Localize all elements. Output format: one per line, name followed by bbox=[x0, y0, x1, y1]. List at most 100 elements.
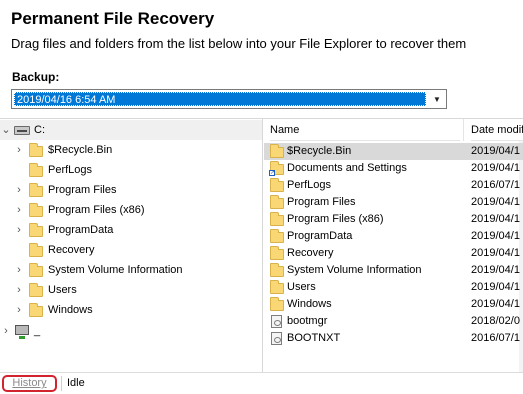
browser-panes: ⌄ C: › $Recycle.Bin PerfLogs › Program Files › P… bbox=[0, 118, 523, 373]
folder-icon bbox=[29, 143, 43, 157]
tree-item-label: Windows bbox=[48, 304, 93, 316]
folder-icon bbox=[29, 243, 43, 257]
status-divider bbox=[61, 376, 62, 391]
list-item-name: BOOTNXT bbox=[287, 332, 341, 344]
chevron-right-icon[interactable]: › bbox=[14, 140, 24, 160]
tree-item[interactable]: › Users bbox=[0, 280, 262, 300]
list-item-name: $Recycle.Bin bbox=[287, 145, 352, 157]
list-item-name: ProgramData bbox=[287, 230, 353, 242]
list-item[interactable]: Users 2019/04/1 bbox=[264, 279, 523, 296]
system-file-icon bbox=[271, 332, 282, 345]
list-item[interactable]: ProgramData 2019/04/1 bbox=[264, 228, 523, 245]
system-file-icon bbox=[271, 315, 282, 328]
tree-item-label: PerfLogs bbox=[48, 164, 93, 176]
list-item-date: 2016/07/1 bbox=[471, 332, 520, 344]
tree-item-label: ProgramData bbox=[48, 224, 114, 236]
tree-item[interactable]: › Program Files bbox=[0, 180, 262, 200]
tree-item[interactable]: › System Volume Information bbox=[0, 260, 262, 280]
folder-icon bbox=[29, 223, 43, 237]
backup-selected-value: 2019/04/16 6:54 AM bbox=[14, 92, 426, 106]
file-list[interactable]: Name Date modifi $Recycle.Bin 2019/04/1 ↗ D… bbox=[264, 119, 523, 373]
list-item-date: 2019/04/1 bbox=[471, 213, 520, 225]
chevron-right-icon[interactable]: › bbox=[14, 200, 24, 220]
list-item[interactable]: $Recycle.Bin 2019/04/1 bbox=[264, 143, 523, 160]
list-item-name: System Volume Information bbox=[287, 264, 422, 276]
tree-item-label: System Volume Information bbox=[48, 264, 183, 276]
folder-icon bbox=[29, 263, 43, 277]
list-item[interactable]: Windows 2019/04/1 bbox=[264, 296, 523, 313]
tree-item-label: _ bbox=[34, 325, 41, 337]
tree-item[interactable]: › ProgramData bbox=[0, 220, 262, 240]
list-item-name: Program Files (x86) bbox=[287, 213, 384, 225]
backup-select[interactable]: 2019/04/16 6:54 AM ▼ bbox=[11, 89, 447, 109]
folder-icon bbox=[270, 212, 284, 226]
tree-item-network[interactable]: › _ bbox=[0, 321, 262, 341]
list-item-date: 2019/04/1 bbox=[471, 162, 520, 174]
hard-drive-icon bbox=[14, 126, 30, 135]
list-item-date: 2018/02/0 bbox=[471, 315, 520, 327]
tree-item-label: Recovery bbox=[48, 244, 95, 256]
backup-label: Backup: bbox=[12, 70, 60, 84]
tree-item[interactable]: › Windows bbox=[0, 300, 262, 320]
list-item-date: 2019/04/1 bbox=[471, 247, 520, 259]
list-item-name: Recovery bbox=[287, 247, 334, 259]
folder-icon bbox=[270, 297, 284, 311]
shortcut-arrow-icon: ↗ bbox=[269, 170, 276, 176]
list-item-date: 2019/04/1 bbox=[471, 281, 520, 293]
folder-tree[interactable]: ⌄ C: › $Recycle.Bin PerfLogs › Program Files › P… bbox=[0, 119, 263, 373]
folder-icon bbox=[270, 263, 284, 277]
folder-icon bbox=[29, 163, 43, 177]
network-drive-icon bbox=[15, 325, 29, 339]
folder-icon bbox=[270, 229, 284, 243]
folder-icon bbox=[29, 303, 43, 317]
tree-item[interactable]: › $Recycle.Bin bbox=[0, 140, 262, 160]
chevron-down-icon[interactable]: ▼ bbox=[430, 93, 444, 106]
list-item-date: 2019/04/1 bbox=[471, 145, 520, 157]
folder-icon bbox=[29, 283, 43, 297]
tree-item[interactable]: PerfLogs bbox=[0, 160, 262, 180]
folder-icon bbox=[29, 203, 43, 217]
list-item-date: 2019/04/1 bbox=[471, 230, 520, 242]
list-item-name: PerfLogs bbox=[287, 179, 332, 191]
folder-icon bbox=[270, 144, 284, 158]
tree-item[interactable]: Recovery bbox=[0, 240, 262, 260]
chevron-right-icon[interactable]: › bbox=[14, 220, 24, 240]
tree-item-label: Program Files bbox=[48, 184, 117, 196]
list-item-date: 2016/07/1 bbox=[471, 179, 520, 191]
list-item[interactable]: bootmgr 2018/02/0 bbox=[264, 313, 523, 330]
column-header-date[interactable]: Date modifi bbox=[471, 119, 523, 141]
list-item-name: Documents and Settings bbox=[287, 162, 407, 174]
list-item[interactable]: Recovery 2019/04/1 bbox=[264, 245, 523, 262]
list-item[interactable]: Program Files (x86) 2019/04/1 bbox=[264, 211, 523, 228]
tree-item-label: C: bbox=[34, 124, 45, 136]
list-item-name: Windows bbox=[287, 298, 332, 310]
folder-icon bbox=[270, 178, 284, 192]
folder-icon bbox=[270, 280, 284, 294]
column-separator[interactable] bbox=[463, 119, 464, 141]
chevron-right-icon[interactable]: › bbox=[14, 260, 24, 280]
tree-item-label: $Recycle.Bin bbox=[48, 144, 113, 156]
chevron-right-icon[interactable]: › bbox=[14, 300, 24, 320]
chevron-right-icon[interactable]: › bbox=[14, 180, 24, 200]
list-item[interactable]: BOOTNXT 2016/07/1 bbox=[264, 330, 523, 347]
list-item[interactable]: ↗ Documents and Settings 2019/04/1 bbox=[264, 160, 523, 177]
folder-icon bbox=[270, 195, 284, 209]
list-item-name: bootmgr bbox=[287, 315, 328, 327]
page-title: Permanent File Recovery bbox=[11, 9, 215, 28]
list-item[interactable]: PerfLogs 2016/07/1 bbox=[264, 177, 523, 194]
chevron-right-icon[interactable]: › bbox=[1, 321, 11, 341]
chevron-down-icon[interactable]: ⌄ bbox=[1, 120, 11, 140]
list-item-date: 2019/04/1 bbox=[471, 264, 520, 276]
history-link[interactable]: History bbox=[2, 375, 57, 392]
list-item-name: Users bbox=[287, 281, 316, 293]
status-bar: History Idle bbox=[0, 372, 523, 394]
tree-item-drive[interactable]: ⌄ C: bbox=[0, 120, 262, 140]
tree-item-label: Users bbox=[48, 284, 77, 296]
list-item[interactable]: Program Files 2019/04/1 bbox=[264, 194, 523, 211]
list-item-name: Program Files bbox=[287, 196, 356, 208]
column-header-name[interactable]: Name bbox=[270, 119, 460, 141]
tree-item[interactable]: › Program Files (x86) bbox=[0, 200, 262, 220]
list-item[interactable]: System Volume Information 2019/04/1 bbox=[264, 262, 523, 279]
chevron-right-icon[interactable]: › bbox=[14, 280, 24, 300]
list-item-date: 2019/04/1 bbox=[471, 196, 520, 208]
